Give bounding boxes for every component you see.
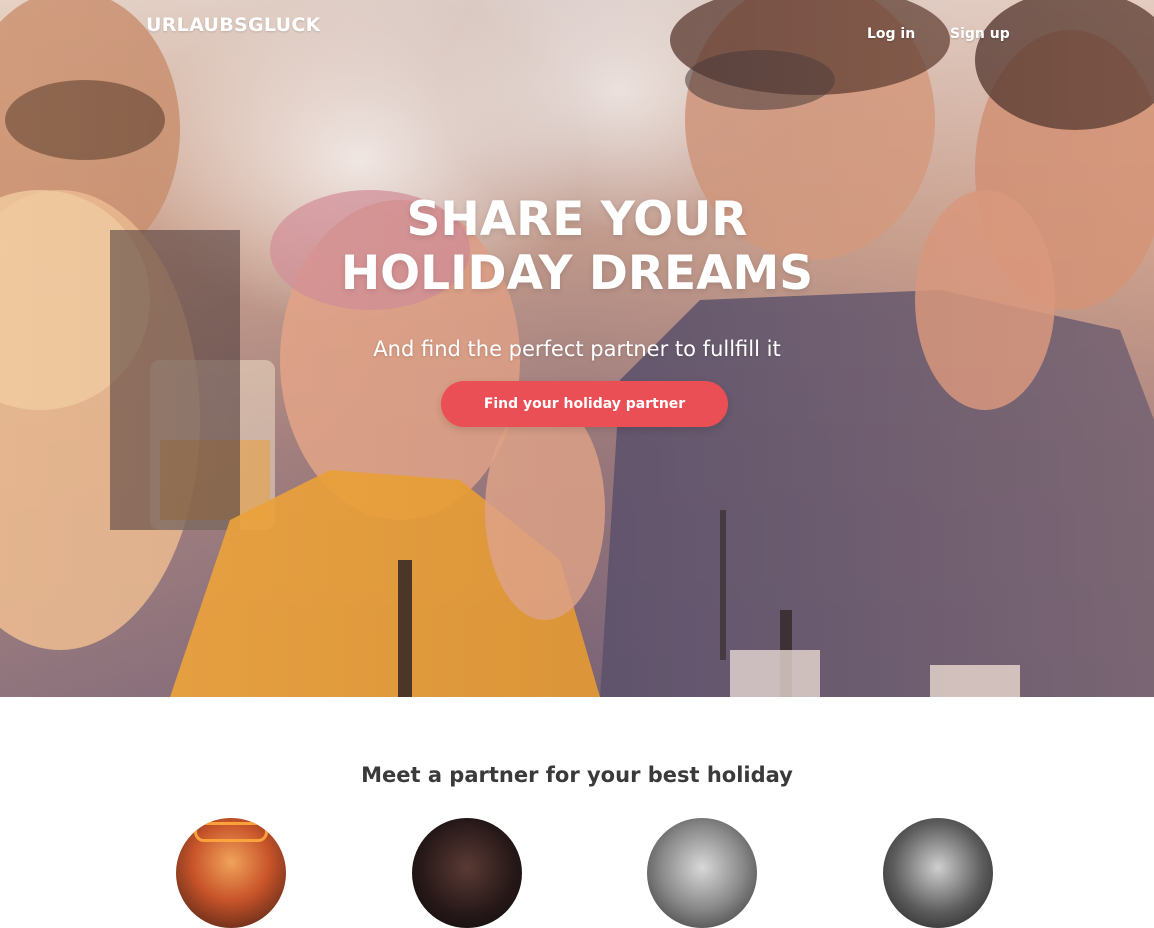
partner-avatar[interactable] bbox=[647, 818, 757, 928]
hero-headline: SHARE YOUR HOLIDAY DREAMS bbox=[0, 193, 1154, 301]
partner-avatar[interactable] bbox=[176, 818, 286, 928]
brand-logo[interactable]: URLAUBSGLUCK bbox=[146, 14, 321, 36]
login-link[interactable]: Log in bbox=[867, 26, 915, 42]
signup-link[interactable]: Sign up bbox=[950, 26, 1010, 42]
sunglasses-graphic bbox=[194, 822, 268, 842]
hero-headline-line2: HOLIDAY DREAMS bbox=[340, 246, 814, 301]
hero-headline-line1: SHARE YOUR bbox=[406, 192, 748, 247]
hero-subheadline: And find the perfect partner to fullfill… bbox=[373, 337, 781, 361]
partners-section-title: Meet a partner for your best holiday bbox=[361, 763, 793, 787]
partner-avatar[interactable] bbox=[883, 818, 993, 928]
partner-avatar[interactable] bbox=[412, 818, 522, 928]
find-partner-button[interactable]: Find your holiday partner bbox=[441, 381, 728, 427]
